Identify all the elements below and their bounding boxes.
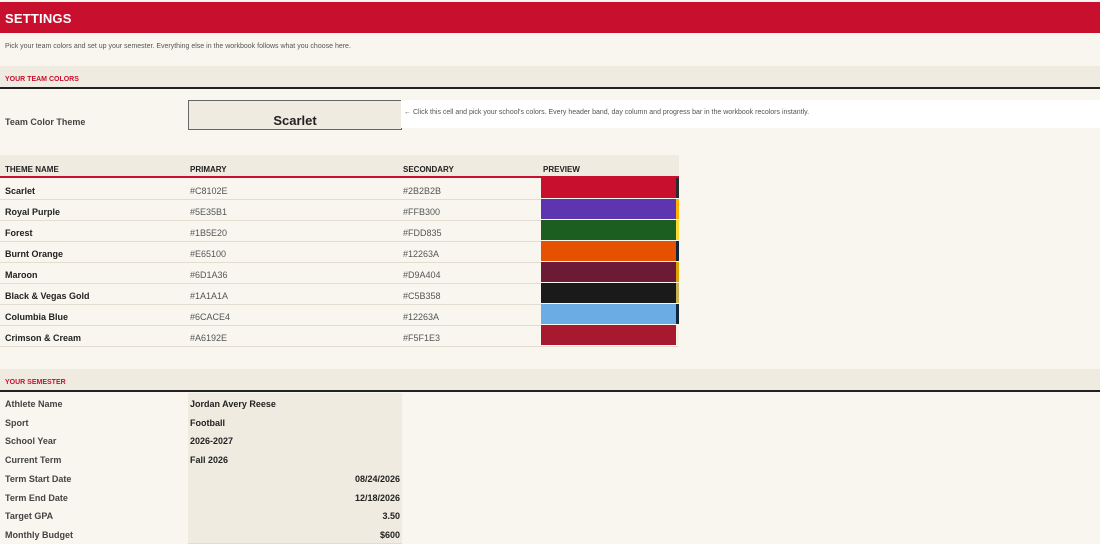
semester-field-monthly-budget: Monthly Budget $600: [0, 524, 402, 544]
secondary-color-cell: #2B2B2B: [403, 186, 442, 196]
sport-input[interactable]: Football: [188, 412, 402, 432]
current-term-input[interactable]: Fall 2026: [188, 449, 402, 469]
semester-field-athlete-name: Athlete Name Jordan Avery Reese: [0, 393, 402, 413]
target-gpa-input[interactable]: 3.50: [188, 505, 402, 525]
field-label: Term Start Date: [5, 474, 72, 484]
primary-color-cell: #6CACE4: [190, 312, 231, 322]
primary-color-cell: #5E35B1: [190, 207, 228, 217]
semester-field-sport: Sport Football: [0, 412, 402, 432]
field-value: Fall 2026: [190, 455, 229, 465]
theme-hint-text: ← Click this cell and pick your school's…: [404, 109, 810, 116]
preview-swatch: [541, 199, 679, 219]
theme-name-cell: Burnt Orange: [5, 249, 64, 259]
field-value: Football: [190, 418, 225, 428]
semester-section-label: YOUR SEMESTER: [5, 379, 66, 386]
column-header-preview: PREVIEW: [543, 165, 580, 174]
table-row[interactable]: Crimson & Cream #A6192E #F5F1E3: [0, 325, 679, 347]
swatch-secondary-edge: [676, 220, 679, 240]
preview-swatch: [541, 304, 679, 324]
column-header-theme-name: THEME NAME: [5, 165, 59, 174]
theme-name-cell: Maroon: [5, 270, 38, 280]
semester-field-school-year: School Year 2026-2027: [0, 430, 402, 450]
secondary-color-cell: #12263A: [403, 312, 440, 322]
field-value: Jordan Avery Reese: [190, 399, 276, 409]
term-start-date-input[interactable]: 08/24/2026: [188, 468, 402, 488]
table-row[interactable]: Columbia Blue #6CACE4 #12263A: [0, 304, 679, 326]
preview-swatch: [541, 262, 679, 282]
semester-field-current-term: Current Term Fall 2026: [0, 449, 402, 469]
swatch-secondary-edge: [676, 283, 679, 303]
semester-field-term-start: Term Start Date 08/24/2026: [0, 468, 402, 488]
field-label: Term End Date: [5, 493, 68, 503]
field-value: 12/18/2026: [354, 493, 400, 503]
column-header-secondary: SECONDARY: [403, 165, 454, 174]
page-title: SETTINGS: [5, 11, 72, 26]
primary-color-cell: #E65100: [190, 249, 227, 259]
field-label: Target GPA: [5, 511, 54, 521]
field-value: 2026-2027: [190, 436, 234, 446]
team-colors-section-header: YOUR TEAM COLORS: [0, 66, 1100, 89]
swatch-secondary-edge: [676, 325, 679, 345]
secondary-color-cell: #FDD835: [403, 228, 442, 238]
team-color-theme-cell[interactable]: Scarlet: [188, 100, 402, 130]
swatch-secondary-edge: [676, 304, 679, 324]
field-value: $600: [379, 530, 400, 540]
preview-swatch: [541, 325, 679, 345]
swatch-secondary-edge: [676, 199, 679, 219]
term-end-date-input[interactable]: 12/18/2026: [188, 487, 402, 507]
athlete-name-input[interactable]: Jordan Avery Reese: [188, 393, 402, 413]
table-row[interactable]: Black & Vegas Gold #1A1A1A #C5B358: [0, 283, 679, 305]
table-row[interactable]: Royal Purple #5E35B1 #FFB300: [0, 199, 679, 221]
preview-swatch: [541, 283, 679, 303]
field-label: Athlete Name: [5, 399, 63, 409]
theme-name-cell: Columbia Blue: [5, 312, 69, 322]
secondary-color-cell: #F5F1E3: [403, 333, 441, 343]
preview-swatch: [541, 241, 679, 261]
header-banner: SETTINGS: [0, 2, 1100, 33]
team-colors-section-label: YOUR TEAM COLORS: [5, 76, 79, 83]
preview-swatch: [541, 220, 679, 240]
primary-color-cell: #6D1A36: [190, 270, 228, 280]
secondary-color-cell: #D9A404: [403, 270, 441, 280]
page-subtitle: Pick your team colors and set up your se…: [5, 43, 351, 50]
theme-name-cell: Scarlet: [5, 186, 36, 196]
swatch-secondary-edge: [676, 241, 679, 261]
theme-name-cell: Crimson & Cream: [5, 333, 82, 343]
semester-field-term-end: Term End Date 12/18/2026: [0, 487, 402, 507]
preview-swatch: [541, 178, 679, 198]
swatch-secondary-edge: [676, 262, 679, 282]
field-label: Monthly Budget: [5, 530, 73, 540]
primary-color-cell: #1A1A1A: [190, 291, 229, 301]
field-label: Current Term: [5, 455, 62, 465]
primary-color-cell: #C8102E: [190, 186, 228, 196]
secondary-color-cell: #C5B358: [403, 291, 441, 301]
theme-name-cell: Forest: [5, 228, 33, 238]
field-label: Sport: [5, 418, 29, 428]
team-color-theme-label: Team Color Theme: [5, 117, 86, 127]
primary-color-cell: #A6192E: [190, 333, 228, 343]
primary-color-cell: #1B5E20: [190, 228, 228, 238]
table-row[interactable]: Burnt Orange #E65100 #12263A: [0, 241, 679, 263]
table-row[interactable]: Maroon #6D1A36 #D9A404: [0, 262, 679, 284]
team-color-theme-value: Scarlet: [273, 113, 317, 128]
school-year-input[interactable]: 2026-2027: [188, 430, 402, 450]
theme-name-cell: Royal Purple: [5, 207, 61, 217]
column-header-primary: PRIMARY: [190, 165, 227, 174]
field-value: 08/24/2026: [354, 474, 400, 484]
monthly-budget-input[interactable]: $600: [188, 524, 402, 544]
table-row[interactable]: Forest #1B5E20 #FDD835: [0, 220, 679, 242]
semester-section-header: YOUR SEMESTER: [0, 369, 1100, 392]
theme-hint-area: ← Click this cell and pick your school's…: [401, 100, 1100, 128]
field-value: 3.50: [382, 511, 400, 521]
secondary-color-cell: #FFB300: [403, 207, 441, 217]
secondary-color-cell: #12263A: [403, 249, 440, 259]
semester-field-target-gpa: Target GPA 3.50: [0, 505, 402, 525]
swatch-secondary-edge: [676, 178, 679, 198]
table-row[interactable]: Scarlet #C8102E #2B2B2B: [0, 178, 679, 200]
field-label: School Year: [5, 436, 57, 446]
theme-name-cell: Black & Vegas Gold: [5, 291, 90, 301]
themes-table-header: THEME NAME PRIMARY SECONDARY PREVIEW: [0, 155, 679, 178]
